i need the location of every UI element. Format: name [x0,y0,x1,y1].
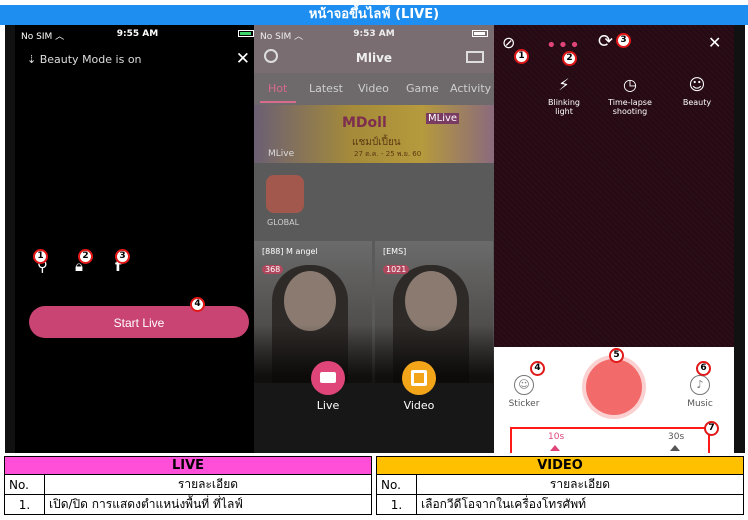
live-label: Live [316,399,340,412]
duration-selector: 10s 30s [510,427,710,453]
page-title: หน้าจอขึ้นไลฟ์ (LIVE) [0,5,748,25]
battery-icon [469,29,488,43]
video-detail-table: VIDEO No. รายละเอียด 1. เลือกวีดีโอจากใน… [376,456,744,515]
table-row: 1. เปิด/ปิด การแสดงตำแหน่งพื้นที่ ที่ไลฟ… [4,494,372,515]
annotation-badge: 1 [514,49,529,64]
tool-label: Blinking light [547,98,580,116]
close-icon[interactable]: ✕ [236,49,250,69]
record-button[interactable] [586,359,642,415]
promo-banner[interactable]: MDoll MLive แชมป์เปี้ยน MLive 27 ต.ค. - … [254,105,494,163]
beauty-mode-text: ⇣ Beauty Mode is on [27,53,142,66]
row-detail: เปิด/ปิด การแสดงตำแหน่งพื้นที่ ที่ไลฟ์ [44,494,372,515]
gallery-icon[interactable]: ⊘ [502,33,515,52]
duration-10s[interactable]: 10s [548,432,564,442]
camera-preview [494,25,734,347]
go-live-button[interactable] [311,361,345,395]
table-row: 1. เลือกวีดีโอจากในเครื่องโทรศัพท์ [376,494,744,515]
overlay-shade [254,325,494,453]
live-table-caption: LIVE [4,456,372,475]
duration-marker [670,445,680,451]
col-no-header: No. [376,474,417,495]
tab-bar: Hot Latest Video Game Activity [254,73,494,105]
annotation-badge: 4 [190,297,205,312]
screenshot-frame: No SIM ︿ 9:55 AM ⇣ Beauty Mode is on ✕ ⚲… [5,25,745,453]
music-icon: ♪ [690,375,710,395]
app-logo: Mlive [355,51,393,65]
flash-icon: ⚡︎ [558,75,570,94]
global-icon[interactable] [266,175,304,213]
annotation-badge: 1 [33,249,48,264]
live-detail-table: LIVE No. รายละเอียด 1. เปิด/ปิด การแสดงต… [4,456,372,515]
status-time: 9:55 AM [116,29,159,39]
annotation-badge: 6 [696,361,711,376]
tool-beauty[interactable]: ☺ Beauty [674,75,720,107]
start-live-button[interactable]: Start Live [29,306,249,338]
timer-icon: ◷ [623,75,637,94]
banner-brand: MLive [268,149,295,159]
battery-icon [235,29,254,43]
tab-video[interactable]: Video [358,82,389,95]
duration-30s[interactable]: 30s [668,432,684,442]
streamer-face [405,271,457,331]
duration-marker [550,445,560,451]
video-label: Video [403,399,435,412]
banner-subtitle: แชมป์เปี้ยน [352,137,401,148]
tab-hot[interactable]: Hot [268,82,287,95]
switch-camera-icon[interactable]: ⟳ [598,31,613,52]
music-button[interactable]: ♪ Music [680,375,720,409]
tab-game[interactable]: Game [406,82,439,95]
live-setup-screen: No SIM ︿ 9:55 AM ⇣ Beauty Mode is on ✕ ⚲… [15,25,260,453]
banner-dates: 27 ต.ค. - 25 พ.ย. 60 [354,150,422,158]
banner-title: MDoll [342,115,387,131]
tab-indicator [260,101,296,103]
viewer-count: 368 [262,265,284,274]
streamer-name: [EMS] [383,247,407,256]
streamer-name: [888] M angel [262,247,318,256]
row-detail: เลือกวีดีโอจากในเครื่องโทรศัพท์ [416,494,744,515]
row-number: 1. [4,494,45,515]
status-time: 9:53 AM [353,29,395,39]
film-icon [411,370,427,386]
viewer-count: 1021 [383,265,410,274]
beauty-icon: ☺ [688,75,706,94]
close-icon[interactable]: ✕ [708,33,721,52]
mail-icon[interactable] [466,51,484,63]
annotation-badge: 2 [562,51,577,66]
global-label: GLOBAL [267,218,300,227]
annotation-badge: 2 [78,249,93,264]
tool-time-lapse[interactable]: ◷ Time-lapse shooting [592,75,668,116]
video-table-caption: VIDEO [376,456,744,475]
tool-label: Beauty [682,98,712,107]
camera-icon [320,372,336,383]
sticker-label: Sticker [508,399,540,409]
sticker-icon: ☺ [514,375,534,395]
sticker-button[interactable]: ☺ Sticker [504,375,544,409]
banner-tag: MLive [426,113,460,124]
tool-label: Time-lapse shooting [608,98,652,116]
annotation-badge: 3 [115,249,130,264]
col-no-header: No. [4,474,45,495]
tab-latest[interactable]: Latest [309,82,343,95]
app-home-screen: No SIM ︿ 9:53 AM Mlive Hot Latest Video … [254,25,494,453]
record-video-button[interactable] [402,361,436,395]
col-detail-header: รายละเอียด [44,474,372,495]
row-number: 1. [376,494,417,515]
streamer-face [284,271,336,331]
tab-activity[interactable]: Activity [450,82,491,95]
annotation-badge: 7 [704,421,719,436]
annotation-badge: 4 [530,361,545,376]
col-detail-header: รายละเอียด [416,474,744,495]
annotation-badge: 5 [609,348,624,363]
music-label: Music [687,399,713,409]
annotation-badge: 3 [616,33,631,48]
video-record-screen: ⊘ ••• ⟳ ✕ ⚡︎ Blinking light ◷ Time-lapse… [494,25,734,453]
tool-blinking-light[interactable]: ⚡︎ Blinking light [538,75,590,116]
